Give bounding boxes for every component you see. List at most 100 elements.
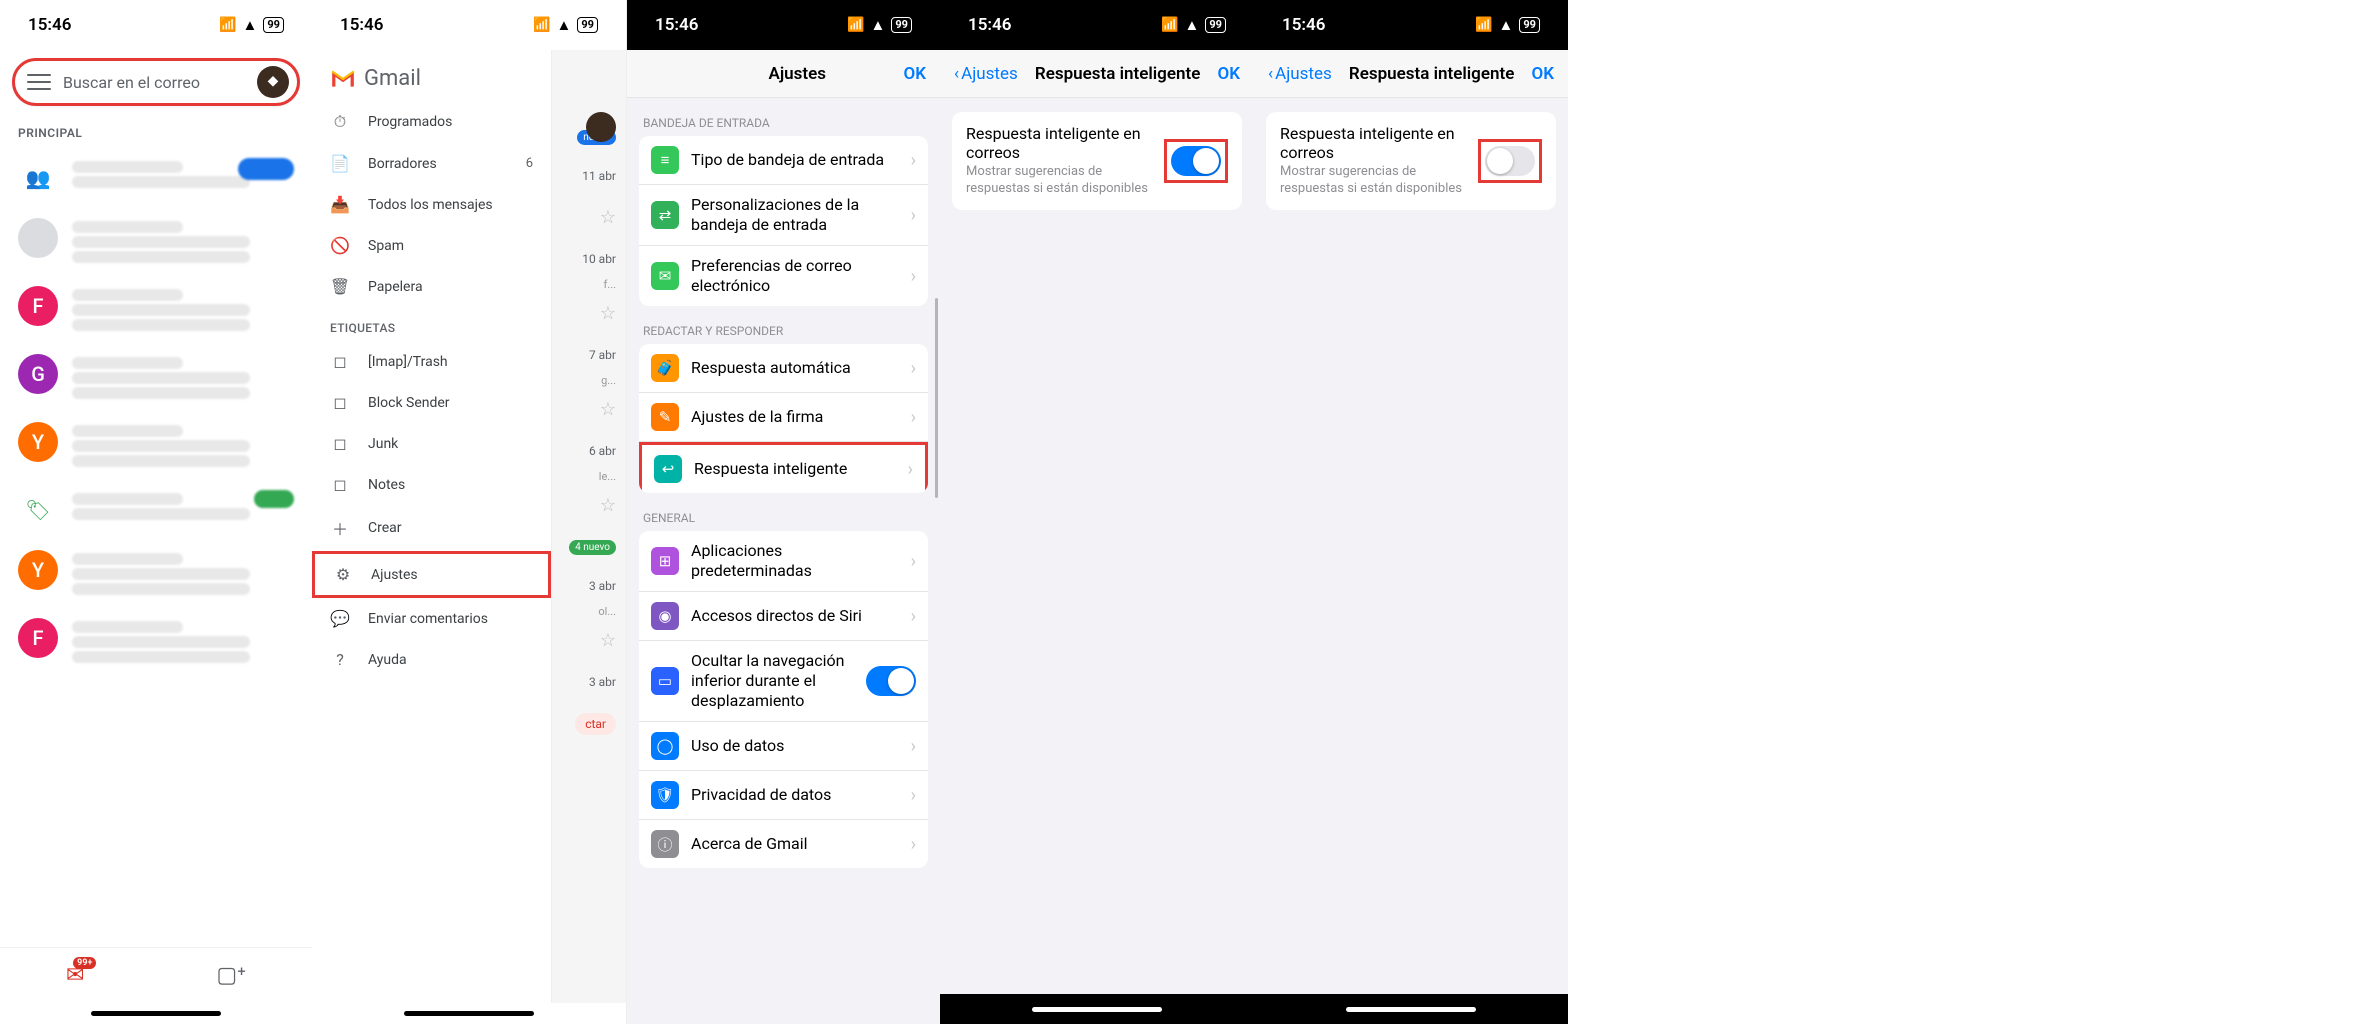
header-title: Ajustes	[768, 64, 826, 84]
chevron-right-icon: ›	[911, 266, 916, 287]
chevron-left-icon: ‹	[1268, 64, 1273, 84]
star-icon[interactable]: ☆	[600, 303, 616, 324]
row-inbox-customizations[interactable]: ⇄ Personalizaciones de la bandeja de ent…	[639, 185, 928, 246]
sender-avatar: Y	[18, 422, 58, 462]
signal-icon: 📶	[533, 17, 550, 33]
ok-button[interactable]: OK	[1217, 64, 1240, 84]
promotions-category-row[interactable]: 🏷	[0, 480, 312, 540]
drawer-label-item[interactable]: ◻ Block Sender	[312, 382, 551, 423]
scrollbar[interactable]	[935, 298, 938, 498]
gmail-m-icon	[330, 69, 356, 89]
data-icon: ◯	[651, 732, 679, 760]
label-icon: ◻	[330, 352, 350, 371]
star-icon[interactable]: ☆	[600, 495, 616, 516]
status-time: 15:46	[655, 15, 698, 35]
back-button[interactable]: ‹ Ajustes	[1268, 64, 1332, 84]
ok-button[interactable]: OK	[904, 64, 927, 84]
wifi-icon: ▲	[1185, 16, 1200, 34]
star-icon[interactable]: ☆	[600, 399, 616, 420]
tag-icon: 🏷	[18, 490, 58, 530]
search-bar[interactable]: Buscar en el correo	[12, 58, 300, 106]
status-icons: 📶 ▲ 99	[1161, 16, 1226, 34]
row-siri-shortcuts[interactable]: ◉ Accesos directos de Siri ›	[639, 592, 928, 641]
inbox-section-label: PRINCIPAL	[0, 114, 312, 148]
section-inbox: BANDEJA DE ENTRADA	[627, 98, 940, 136]
row-signature[interactable]: ✎ Ajustes de la firma ›	[639, 393, 928, 442]
hamburger-icon[interactable]	[27, 70, 51, 94]
drawer-feedback[interactable]: 💬 Enviar comentarios	[312, 598, 551, 639]
new-badge: 4 nuevo	[569, 540, 616, 555]
chevron-right-icon: ›	[911, 150, 916, 171]
mail-tab[interactable]: ✉ 99+	[66, 963, 84, 988]
drawer-drafts[interactable]: 📄 Borradores 6	[312, 143, 551, 184]
clock-icon: ⏱	[330, 112, 350, 132]
row-smart-reply[interactable]: ↩ Respuesta inteligente ›	[639, 442, 928, 493]
battery-icon: 99	[263, 17, 284, 33]
drawer-create-label[interactable]: ＋ Crear	[312, 505, 551, 551]
group-general: ⊞ Aplicaciones predeterminadas › ◉ Acces…	[639, 531, 928, 868]
email-row[interactable]: Y	[0, 540, 312, 608]
unread-badge: 99+	[73, 957, 96, 969]
account-avatar[interactable]	[257, 66, 289, 98]
smart-reply-toggle[interactable]	[1171, 146, 1221, 176]
status-bar: 15:46 📶 ▲ 99	[1254, 0, 1568, 50]
account-avatar[interactable]	[586, 112, 616, 142]
status-time: 15:46	[340, 15, 383, 35]
row-default-apps[interactable]: ⊞ Aplicaciones predeterminadas ›	[639, 531, 928, 592]
drawer-help[interactable]: ? Ayuda	[312, 639, 551, 680]
row-data-usage[interactable]: ◯ Uso de datos ›	[639, 722, 928, 771]
pencil-icon: ✎	[651, 403, 679, 431]
info-icon: ⓘ	[651, 830, 679, 858]
signal-icon: 📶	[219, 17, 236, 33]
row-hide-bottom-nav[interactable]: ▭ Ocultar la navegación inferior durante…	[639, 641, 928, 722]
home-indicator	[404, 1011, 534, 1016]
email-row[interactable]: G	[0, 344, 312, 412]
drawer-settings[interactable]: ⚙ Ajustes	[312, 551, 551, 598]
social-category-row[interactable]: 👥	[0, 148, 312, 208]
drawer-trash[interactable]: 🗑 Papelera	[312, 266, 551, 307]
status-icons: 📶 ▲ 99	[533, 16, 598, 34]
email-row[interactable]: Y	[0, 412, 312, 480]
email-row[interactable]: F	[0, 608, 312, 676]
toggle-subtitle: Mostrar sugerencias de respuestas si est…	[966, 164, 1154, 198]
label-icon: ◻	[330, 475, 350, 494]
settings-body[interactable]: BANDEJA DE ENTRADA ≡ Tipo de bandeja de …	[627, 98, 940, 1024]
row-inbox-type[interactable]: ≡ Tipo de bandeja de entrada ›	[639, 136, 928, 185]
section-general: GENERAL	[627, 493, 940, 531]
wifi-icon: ▲	[243, 16, 258, 34]
drawer-scheduled[interactable]: ⏱ Programados	[312, 101, 551, 143]
star-icon[interactable]: ☆	[600, 630, 616, 651]
drawer-label-item[interactable]: ◻ Junk	[312, 423, 551, 464]
smart-reply-body: Respuesta inteligente en correos Mostrar…	[1254, 98, 1568, 994]
compose-hint[interactable]: ctar	[575, 713, 616, 735]
screen-drawer: 15:46 📶 ▲ 99 Gmail ⏱ Programados 📄 Borra…	[312, 0, 626, 1024]
row-email-preferences[interactable]: ✉ Preferencias de correo electrónico ›	[639, 246, 928, 306]
drawer-label-item[interactable]: ◻ Notes	[312, 464, 551, 505]
back-button[interactable]: ‹ Ajustes	[954, 64, 1018, 84]
chevron-right-icon: ›	[908, 459, 913, 480]
search-placeholder[interactable]: Buscar en el correo	[63, 73, 257, 92]
star-icon[interactable]: ☆	[600, 207, 616, 228]
drawer-label-item[interactable]: ◻ [Imap]/Trash	[312, 341, 551, 382]
meet-tab[interactable]: ▢⁺	[216, 963, 246, 988]
status-icons: 📶 ▲ 99	[219, 16, 284, 34]
smart-reply-toggle[interactable]	[1485, 146, 1535, 176]
status-time: 15:46	[1282, 15, 1325, 35]
email-row[interactable]	[0, 208, 312, 276]
smart-reply-toggle-row[interactable]: Respuesta inteligente en correos Mostrar…	[952, 112, 1242, 210]
siri-icon: ◉	[651, 602, 679, 630]
status-icons: 📶 ▲ 99	[847, 16, 912, 34]
status-time: 15:46	[28, 15, 71, 35]
drawer-all-mail[interactable]: 📥 Todos los mensajes	[312, 184, 551, 225]
smart-reply-toggle-row[interactable]: Respuesta inteligente en correos Mostrar…	[1266, 112, 1556, 210]
label-icon: ◻	[330, 434, 350, 453]
email-row[interactable]: F	[0, 276, 312, 344]
ok-button[interactable]: OK	[1531, 64, 1554, 84]
hide-nav-toggle[interactable]	[866, 666, 916, 696]
row-about-gmail[interactable]: ⓘ Acerca de Gmail ›	[639, 820, 928, 868]
drawer-spam[interactable]: 🚫 Spam	[312, 225, 551, 266]
battery-icon: 99	[891, 17, 912, 33]
row-auto-reply[interactable]: 🧳 Respuesta automática ›	[639, 344, 928, 393]
row-data-privacy[interactable]: 🛡 Privacidad de datos ›	[639, 771, 928, 820]
search-bar-container: Buscar en el correo	[0, 50, 312, 114]
